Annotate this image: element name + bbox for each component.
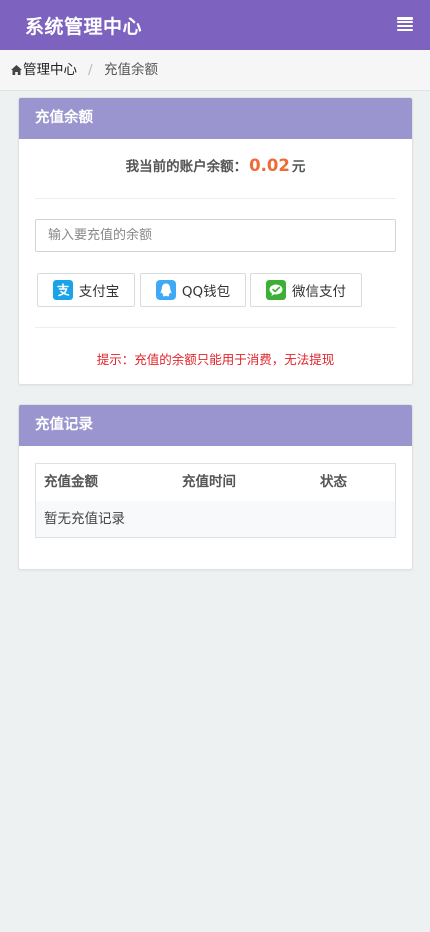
table-row: 暂无充值记录 [36,501,395,537]
balance-label: 我当前的账户余额： [125,159,248,175]
alipay-button[interactable]: 支付宝 [37,273,135,307]
balance-value: 0.02 [249,156,290,175]
recharge-tip: 提示：充值的余额只能用于消费，无法提现 [96,352,335,367]
records-panel: 充值记录 充值金额 充值时间 状态 暂无充值记录 [18,404,413,570]
empty-records-text: 暂无充值记录 [44,511,125,527]
table-header-row: 充值金额 充值时间 状态 [36,464,395,502]
divider [35,198,396,199]
qq-wallet-icon [155,280,176,300]
breadcrumb-home-label: 管理中心 [23,62,77,78]
alipay-icon [52,280,73,300]
wechat-pay-icon [266,280,286,300]
column-header-time: 充值时间 [182,474,236,490]
balance-unit: 元 [291,159,306,175]
top-bar: 系统管理中心 [0,0,430,50]
home-icon [11,65,22,75]
breadcrumb-separator: / [88,62,93,78]
column-header-status: 状态 [320,474,347,490]
app-title: 系统管理中心 [25,16,143,38]
recharge-panel-title: 充值余额 [19,98,412,139]
qq-wallet-button[interactable]: QQ钱包 [140,273,246,307]
column-header-amount: 充值金额 [44,474,98,490]
records-table: 充值金额 充值时间 状态 暂无充值记录 [35,463,396,538]
records-panel-title: 充值记录 [19,405,412,446]
wechat-pay-button[interactable]: 微信支付 [250,273,362,307]
divider [35,327,396,328]
recharge-panel: 充值余额 我当前的账户余额：0.02元 支付宝 QQ钱包 微信支付 提示：充值的… [18,97,413,385]
breadcrumb: 管理中心 / 充值余额 [0,50,430,91]
breadcrumb-home[interactable]: 管理中心 [11,50,77,90]
recharge-amount-input[interactable] [35,219,396,252]
alipay-label: 支付宝 [78,284,120,300]
bars-icon[interactable] [397,17,413,32]
breadcrumb-current: 充值余额 [104,62,158,78]
qq-wallet-label: QQ钱包 [181,284,231,300]
wechat-pay-label: 微信支付 [292,284,346,300]
balance-line: 我当前的账户余额： 0.02 元 [19,155,412,175]
